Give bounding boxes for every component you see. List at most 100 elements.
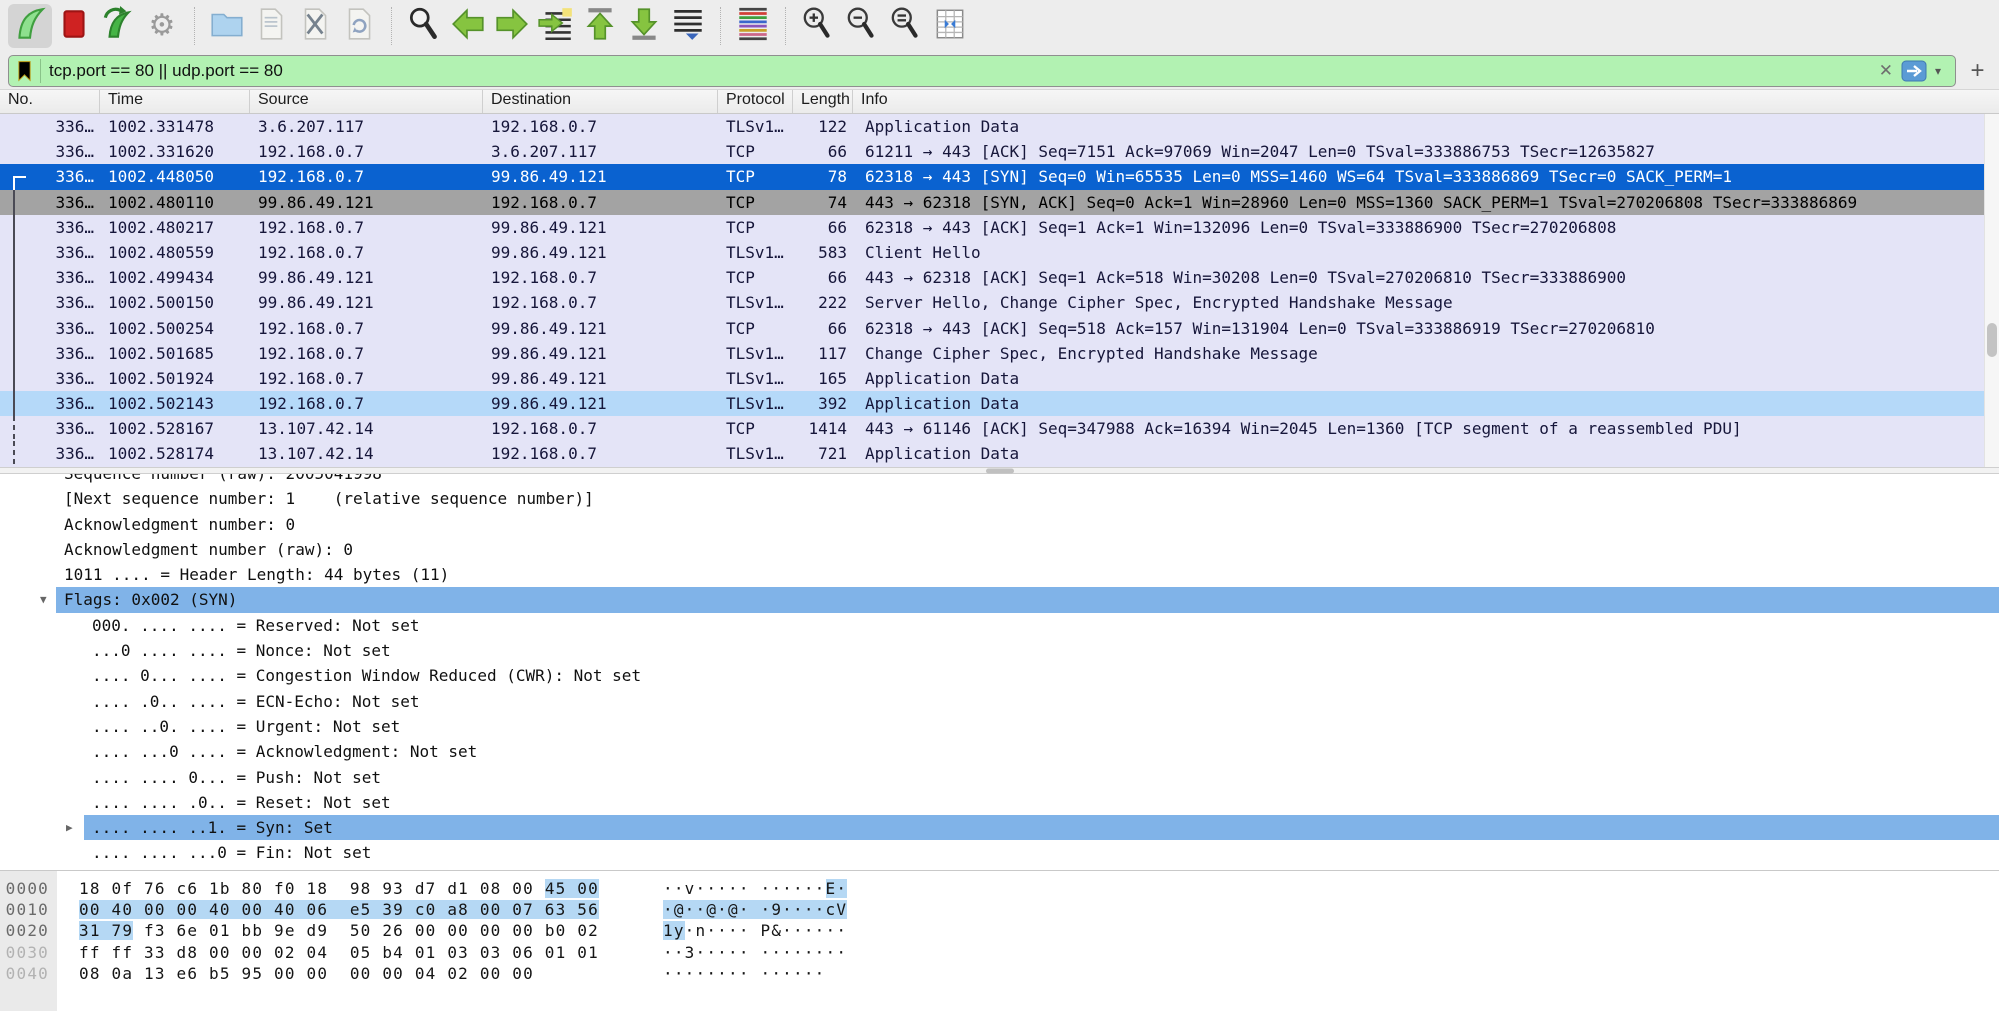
pane-splitter-top[interactable]	[0, 467, 1999, 474]
hex-ascii[interactable]: 1y·n···· P&······	[663, 920, 847, 941]
reload-file-button[interactable]	[337, 4, 381, 48]
packet-length: 66	[793, 265, 853, 290]
detail-line[interactable]: .... .... .0.. = Reset: Not set	[0, 790, 1999, 815]
expander-open-icon[interactable]: ▼	[40, 593, 47, 606]
detail-line[interactable]: Acknowledgment number (raw): 0	[0, 537, 1999, 562]
detail-line[interactable]: 000. .... .... = Reserved: Not set	[0, 613, 1999, 638]
detail-line[interactable]: .... .... 0... = Push: Not set	[0, 765, 1999, 790]
packet-row[interactable]: 336…1002.501924192.168.0.799.86.49.121TL…	[0, 366, 1999, 391]
filter-dropdown-icon[interactable]: ▾	[1927, 64, 1947, 78]
hex-ascii[interactable]: ········ ······	[663, 963, 826, 984]
expander-closed-icon[interactable]: ▶	[66, 821, 73, 834]
detail-line[interactable]: .... ..0. .... = Urgent: Not set	[0, 714, 1999, 739]
packet-list-scrollbar-thumb[interactable]	[1987, 323, 1997, 357]
zoom-reset-button[interactable]	[884, 4, 928, 48]
colorize-packets-button[interactable]	[731, 4, 775, 48]
save-file-button[interactable]	[249, 4, 293, 48]
detail-line[interactable]: .... .0.. .... = ECN-Echo: Not set	[0, 689, 1999, 714]
packet-length: 165	[793, 366, 853, 391]
packet-row[interactable]: 336…1002.331620192.168.0.73.6.207.117TCP…	[0, 139, 1999, 164]
packet-row[interactable]: 336…1002.502143192.168.0.799.86.49.121TL…	[0, 391, 1999, 416]
go-to-top-button[interactable]	[578, 4, 622, 48]
auto-scroll-button[interactable]	[666, 4, 710, 48]
go-forward-button[interactable]	[490, 4, 534, 48]
splitter-handle-icon[interactable]	[986, 468, 1014, 473]
column-header-info[interactable]: Info	[853, 90, 1999, 113]
column-header-no[interactable]: No.	[0, 90, 100, 113]
detail-line[interactable]: .... 0... .... = Congestion Window Reduc…	[0, 663, 1999, 688]
filter-query-text[interactable]: tcp.port == 80 || udp.port == 80	[49, 61, 1871, 81]
start-capture-button[interactable]	[8, 4, 52, 48]
hex-bytes[interactable]: 08 0a 13 e6 b5 95 00 00 00 00 04 02 00 0…	[79, 963, 637, 984]
packet-source: 192.168.0.7	[250, 316, 483, 341]
packet-bytes-pane: 000018 0f 76 c6 1b 80 f0 18 98 93 d7 d1 …	[0, 870, 1999, 1011]
filter-bookmark-icon[interactable]	[17, 59, 41, 83]
column-header-protocol[interactable]: Protocol	[718, 90, 793, 113]
packet-row[interactable]: 336…1002.448050192.168.0.799.86.49.121TC…	[0, 164, 1999, 189]
packet-row[interactable]: 336…1002.480217192.168.0.799.86.49.121TC…	[0, 215, 1999, 240]
detail-line-text: .... .... ...0 = Fin: Not set	[0, 840, 371, 865]
restart-capture-button[interactable]	[96, 4, 140, 48]
packet-row[interactable]: 336…1002.52816713.107.42.14192.168.0.7TC…	[0, 416, 1999, 441]
packet-list-scrollbar[interactable]	[1984, 114, 1999, 467]
detail-line[interactable]: .... .... ...0 = Fin: Not set	[0, 840, 1999, 865]
column-header-destination[interactable]: Destination	[483, 90, 718, 113]
hex-row[interactable]: 001000 40 00 00 40 00 40 06 e5 39 c0 a8 …	[0, 899, 1999, 920]
packet-destination: 99.86.49.121	[483, 240, 718, 265]
display-filter-input[interactable]: tcp.port == 80 || udp.port == 80 ✕ ▾	[8, 55, 1956, 87]
zoom-in-button[interactable]	[796, 4, 840, 48]
hex-ascii[interactable]: ··3····· ········	[663, 942, 847, 963]
filter-apply-icon[interactable]	[1901, 60, 1927, 82]
detail-line[interactable]: .... ...0 .... = Acknowledgment: Not set	[0, 739, 1999, 764]
close-file-button[interactable]	[293, 4, 337, 48]
packet-no: 336…	[0, 240, 100, 265]
filter-clear-icon[interactable]: ✕	[1871, 61, 1901, 81]
packet-destination: 99.86.49.121	[483, 341, 718, 366]
detail-line[interactable]: Acknowledgment number: 0	[0, 512, 1999, 537]
hex-row[interactable]: 002031 79 f3 6e 01 bb 9e d9 50 26 00 00 …	[0, 920, 1999, 941]
packet-row[interactable]: 336…1002.480559192.168.0.799.86.49.121TL…	[0, 240, 1999, 265]
packet-row[interactable]: 336…1002.3314783.6.207.117192.168.0.7TLS…	[0, 114, 1999, 139]
packet-destination: 99.86.49.121	[483, 391, 718, 416]
hex-row[interactable]: 0030ff ff 33 d8 00 00 02 04 05 b4 01 03 …	[0, 942, 1999, 963]
hex-row[interactable]: 000018 0f 76 c6 1b 80 f0 18 98 93 d7 d1 …	[0, 878, 1999, 899]
detail-line[interactable]: ▶.... .... ..1. = Syn: Set	[0, 815, 1999, 840]
hex-ascii[interactable]: ·@··@·@· ·9····cV	[663, 899, 847, 920]
packet-row[interactable]: 336…1002.50015099.86.49.121192.168.0.7TL…	[0, 290, 1999, 315]
packet-row[interactable]: 336…1002.48011099.86.49.121192.168.0.7TC…	[0, 190, 1999, 215]
detail-line[interactable]: [Next sequence number: 1 (relative seque…	[0, 486, 1999, 511]
hex-bytes[interactable]: 00 40 00 00 40 00 40 06 e5 39 c0 a8 00 0…	[79, 899, 637, 920]
hex-bytes[interactable]: ff ff 33 d8 00 00 02 04 05 b4 01 03 03 0…	[79, 942, 637, 963]
column-header-time[interactable]: Time	[100, 90, 250, 113]
detail-line[interactable]: ▼Flags: 0x002 (SYN)	[0, 587, 1999, 612]
packet-length: 66	[793, 316, 853, 341]
open-file-button[interactable]	[205, 4, 249, 48]
resize-columns-button[interactable]	[928, 4, 972, 48]
detail-line-text: Acknowledgment number: 0	[0, 512, 295, 537]
find-packet-button[interactable]	[402, 4, 446, 48]
filter-add-button[interactable]: +	[1964, 57, 1991, 85]
toolbar-separator	[391, 7, 392, 45]
packet-no: 336…	[0, 366, 100, 391]
go-to-packet-button[interactable]	[534, 4, 578, 48]
column-header-length[interactable]: Length	[793, 90, 853, 113]
hex-bytes[interactable]: 18 0f 76 c6 1b 80 f0 18 98 93 d7 d1 08 0…	[79, 878, 637, 899]
packet-row[interactable]: 336…1002.500254192.168.0.799.86.49.121TC…	[0, 316, 1999, 341]
stop-capture-button[interactable]	[52, 4, 96, 48]
capture-options-button[interactable]: ⚙	[140, 4, 184, 48]
packet-row[interactable]: 336…1002.501685192.168.0.799.86.49.121TL…	[0, 341, 1999, 366]
hex-ascii-segment: 1y	[663, 921, 685, 940]
detail-line[interactable]: 1011 .... = Header Length: 44 bytes (11)	[0, 562, 1999, 587]
go-back-button[interactable]	[446, 4, 490, 48]
arrow-down-bar-icon	[625, 5, 663, 48]
hex-bytes[interactable]: 31 79 f3 6e 01 bb 9e d9 50 26 00 00 00 0…	[79, 920, 637, 941]
hex-row[interactable]: 004008 0a 13 e6 b5 95 00 00 00 00 04 02 …	[0, 963, 1999, 984]
go-to-bottom-button[interactable]	[622, 4, 666, 48]
detail-line[interactable]: ...0 .... .... = Nonce: Not set	[0, 638, 1999, 663]
detail-line[interactable]: Sequence number (raw): 2005041998	[0, 474, 1999, 486]
zoom-out-button[interactable]	[840, 4, 884, 48]
hex-ascii[interactable]: ··v····· ······E·	[663, 878, 847, 899]
column-header-source[interactable]: Source	[250, 90, 483, 113]
packet-row[interactable]: 336…1002.49943499.86.49.121192.168.0.7TC…	[0, 265, 1999, 290]
packet-row[interactable]: 336…1002.52817413.107.42.14192.168.0.7TL…	[0, 441, 1999, 466]
